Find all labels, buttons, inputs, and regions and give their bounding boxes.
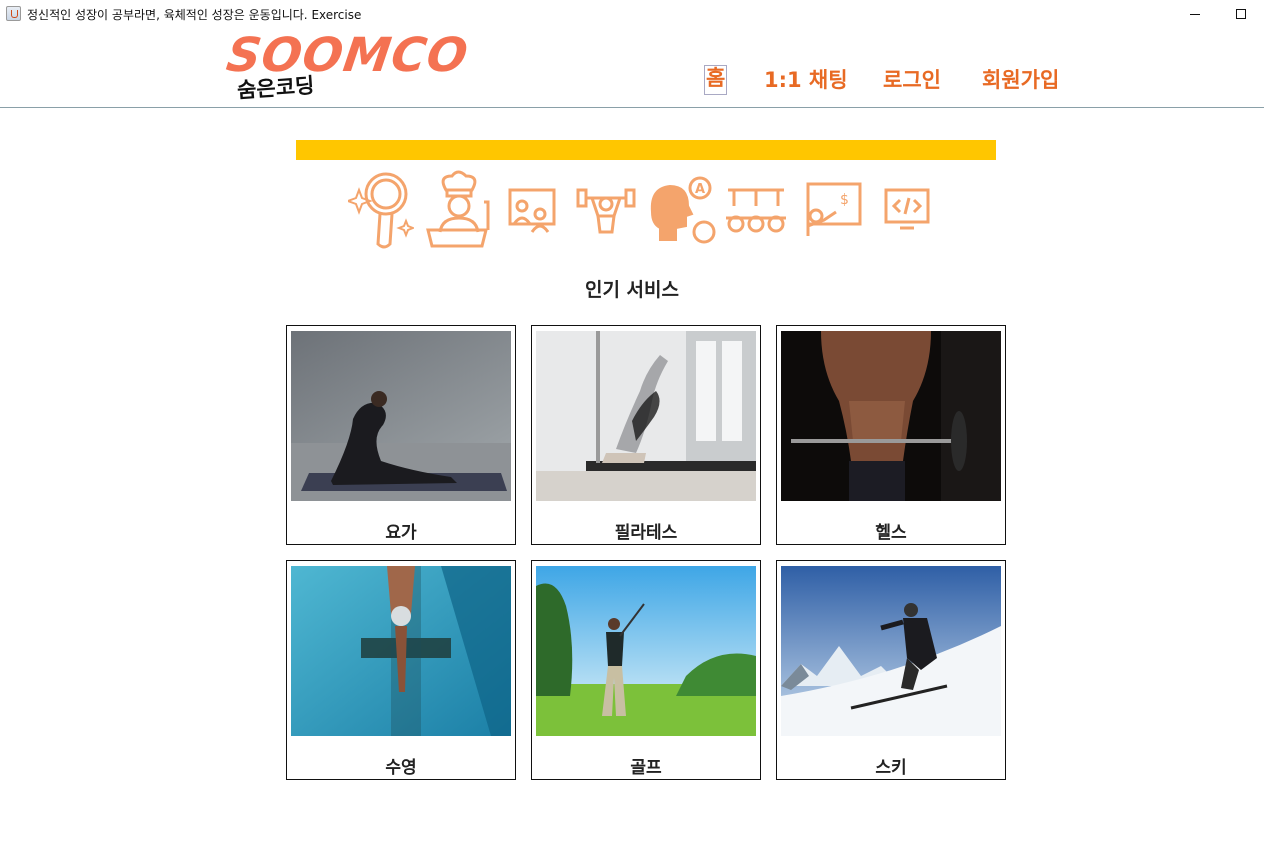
ski-photo	[781, 566, 1001, 736]
teaching-board-icon: $	[806, 182, 862, 236]
chef-cooking-icon	[426, 170, 490, 248]
nav-login[interactable]: 로그인	[883, 64, 941, 94]
category-teaching[interactable]: $	[800, 168, 864, 252]
group-meeting-icon	[726, 188, 786, 233]
nav-chat[interactable]: 1:1 채팅	[764, 64, 848, 94]
online-class-icon	[508, 188, 556, 233]
fitness-photo	[781, 331, 1001, 501]
service-label: 골프	[630, 758, 662, 778]
category-fitness[interactable]	[574, 168, 638, 252]
yoga-photo	[291, 331, 511, 501]
service-card-swimming[interactable]: 수영	[286, 560, 516, 780]
makeup-mirror-icon	[348, 172, 414, 249]
promo-banner	[296, 140, 996, 160]
maximize-button[interactable]	[1218, 0, 1264, 28]
golf-photo	[536, 566, 756, 736]
service-card-golf[interactable]: 골프	[531, 560, 761, 780]
window-titlebar: 정신적인 성장이 공부라면, 육체적인 성장은 운동입니다. Exercise	[0, 0, 1264, 28]
service-label: 요가	[385, 523, 417, 543]
maximize-icon	[1236, 9, 1246, 19]
service-card-ski[interactable]: 스키	[776, 560, 1006, 780]
svg-text:A: A	[695, 182, 705, 197]
swimming-photo	[291, 566, 511, 736]
site-header: SOOMCO 숨은코딩 홈 1:1 채팅 로그인 회원가입	[0, 28, 1264, 108]
category-coding[interactable]	[882, 168, 932, 252]
language-learning-icon: A	[650, 176, 716, 244]
category-cooking[interactable]	[422, 168, 494, 252]
java-app-icon	[6, 6, 21, 21]
coding-monitor-icon	[884, 188, 930, 230]
logo-subtitle: 숨은코딩	[236, 73, 316, 103]
category-language[interactable]: A	[646, 168, 718, 252]
service-card-pilates[interactable]: 필라테스	[531, 325, 761, 545]
fitness-weightlifting-icon	[576, 188, 636, 234]
service-label: 스키	[875, 758, 907, 778]
nav-home[interactable]: 홈	[704, 65, 728, 95]
minimize-icon	[1190, 13, 1200, 15]
minimize-button[interactable]	[1172, 0, 1218, 28]
pilates-photo	[536, 331, 756, 501]
service-card-yoga[interactable]: 요가	[286, 325, 516, 545]
service-label: 필라테스	[614, 523, 678, 543]
service-label: 수영	[385, 758, 417, 778]
popular-services-title: 인기 서비스	[584, 279, 679, 301]
service-card-fitness[interactable]: 헬스	[776, 325, 1006, 545]
category-icon-row: A $	[346, 168, 936, 252]
category-online-class[interactable]	[504, 168, 560, 252]
nav-signup[interactable]: 회원가입	[982, 64, 1059, 94]
category-group[interactable]	[724, 168, 788, 252]
site-logo[interactable]: SOOMCO 숨은코딩	[223, 28, 472, 106]
service-label: 헬스	[875, 523, 907, 543]
category-makeup[interactable]	[348, 168, 414, 252]
svg-text:$: $	[840, 192, 849, 208]
window-title: 정신적인 성장이 공부라면, 육체적인 성장은 운동입니다. Exercise	[27, 8, 362, 22]
